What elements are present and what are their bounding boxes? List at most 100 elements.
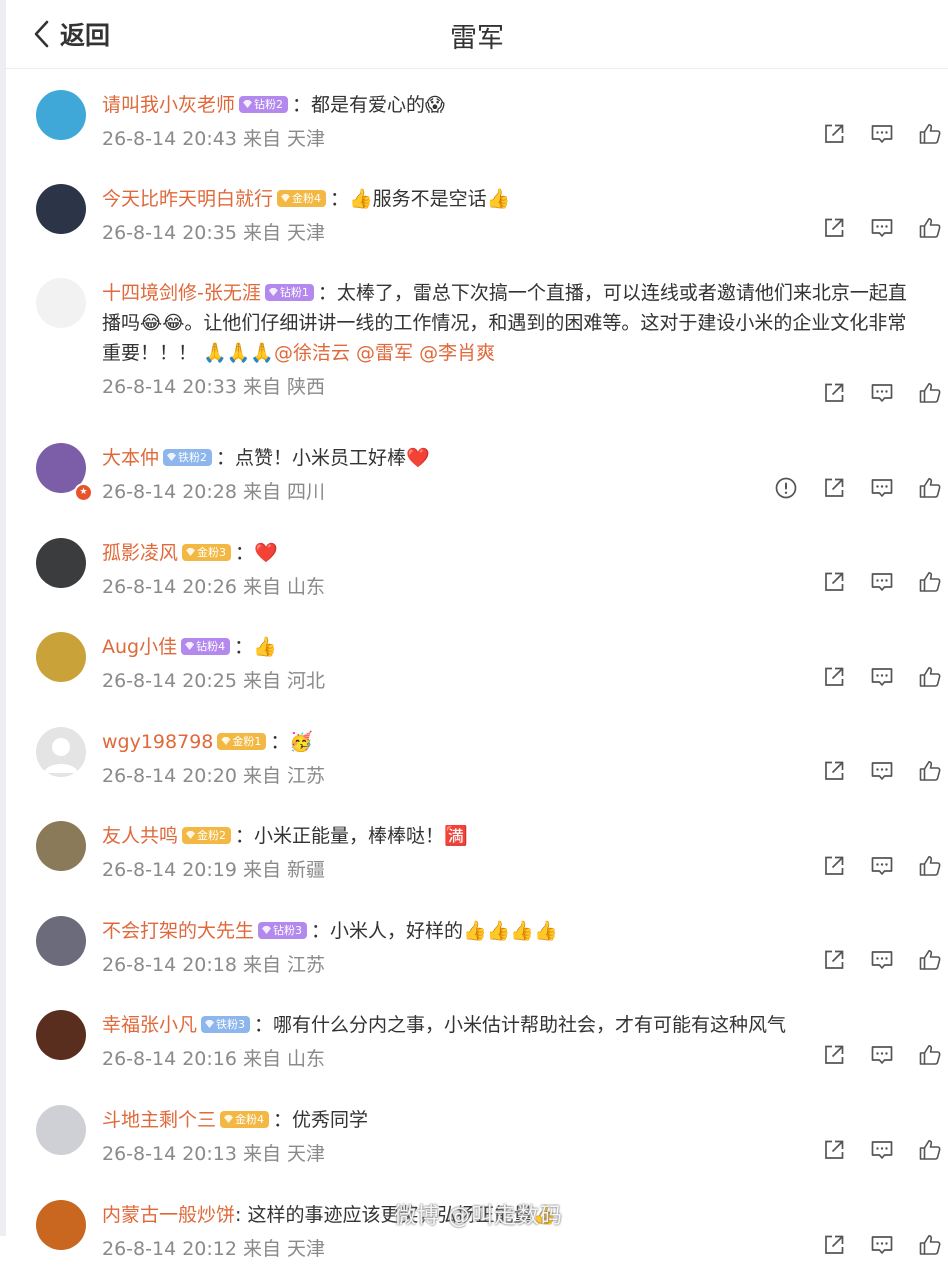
gem-icon bbox=[167, 453, 177, 461]
like-icon[interactable] bbox=[918, 759, 942, 783]
user-nickname[interactable]: 十四境剑修-张无涯 bbox=[102, 282, 261, 304]
comment-item: 斗地主剩个三 金粉4 ：优秀同学 26-8-14 20:13 来自 天津 bbox=[6, 1095, 948, 1190]
share-icon[interactable] bbox=[822, 570, 846, 594]
comment-actions bbox=[798, 1233, 942, 1257]
like-icon[interactable] bbox=[918, 1043, 942, 1067]
fan-level-label: 金粉2 bbox=[197, 829, 227, 842]
avatar[interactable] bbox=[36, 1010, 86, 1060]
comment-item: 请叫我小灰老师 钻粉2 ：都是有爱心的😱 26-8-14 20:43 来自 天津 bbox=[6, 80, 948, 174]
comment-text: ：👍服务不是空话👍 bbox=[330, 188, 511, 210]
avatar[interactable] bbox=[36, 538, 86, 588]
reply-icon[interactable] bbox=[870, 216, 894, 240]
comment-text: ：小米人，好样的👍👍👍👍 bbox=[311, 920, 558, 942]
user-nickname[interactable]: 幸福张小凡 bbox=[102, 1014, 197, 1036]
reply-icon[interactable] bbox=[870, 122, 894, 146]
like-icon[interactable] bbox=[918, 122, 942, 146]
share-icon[interactable] bbox=[822, 1043, 846, 1067]
share-icon[interactable] bbox=[822, 948, 846, 972]
fan-level-label: 钻粉3 bbox=[273, 924, 303, 937]
reply-icon[interactable] bbox=[870, 948, 894, 972]
like-icon[interactable] bbox=[918, 948, 942, 972]
comment-text-line: 请叫我小灰老师 钻粉2 ：都是有爱心的😱 bbox=[102, 90, 924, 120]
fan-level-label: 铁粉2 bbox=[178, 451, 208, 464]
user-nickname[interactable]: 请叫我小灰老师 bbox=[102, 94, 235, 116]
avatar[interactable] bbox=[36, 1105, 86, 1155]
avatar[interactable] bbox=[36, 90, 86, 140]
mention-links[interactable]: @徐洁云 @雷军 @李肖爽 bbox=[274, 342, 495, 364]
gem-icon bbox=[205, 1020, 215, 1028]
like-icon[interactable] bbox=[918, 1138, 942, 1162]
comment-item: wgy198798 金粉1 ：🥳 26-8-14 20:20 来自 江苏 bbox=[6, 717, 948, 811]
like-icon[interactable] bbox=[918, 476, 942, 500]
share-icon[interactable] bbox=[822, 759, 846, 783]
comment-text-line: 友人共鸣 金粉2 ：小米正能量，棒棒哒！🈵 bbox=[102, 821, 924, 851]
comment-text-line: Aug小佳 钻粉4 ：👍 bbox=[102, 632, 924, 662]
gem-icon bbox=[224, 1115, 234, 1123]
share-icon[interactable] bbox=[822, 665, 846, 689]
user-nickname[interactable]: 内蒙古一般炒饼 bbox=[102, 1204, 235, 1226]
gem-icon bbox=[262, 926, 272, 934]
user-nickname[interactable]: 友人共鸣 bbox=[102, 825, 178, 847]
like-icon[interactable] bbox=[918, 216, 942, 240]
avatar[interactable] bbox=[36, 632, 86, 682]
user-nickname[interactable]: 孤影凌风 bbox=[102, 542, 178, 564]
fan-level-badge: 钻粉1 bbox=[264, 284, 314, 301]
comment-item: 今天比昨天明白就行 金粉4 ：👍服务不是空话👍 26-8-14 20:35 来自 天津 bbox=[6, 174, 948, 268]
comment-text: ：❤️ bbox=[235, 542, 278, 564]
fan-level-badge: 钻粉2 bbox=[239, 96, 289, 113]
comment-actions bbox=[750, 476, 942, 500]
avatar[interactable] bbox=[36, 916, 86, 966]
fan-level-badge: 钻粉3 bbox=[258, 922, 308, 939]
share-icon[interactable] bbox=[822, 476, 846, 500]
reply-icon[interactable] bbox=[870, 570, 894, 594]
share-icon[interactable] bbox=[822, 216, 846, 240]
share-icon[interactable] bbox=[822, 1138, 846, 1162]
comment-text-line: 斗地主剩个三 金粉4 ：优秀同学 bbox=[102, 1105, 924, 1135]
top-bar: 返回 雷军 bbox=[6, 0, 948, 69]
user-nickname[interactable]: 今天比昨天明白就行 bbox=[102, 188, 273, 210]
reply-icon[interactable] bbox=[870, 1138, 894, 1162]
comment-text: ：🥳 bbox=[270, 731, 314, 753]
user-nickname[interactable]: 大本仲 bbox=[102, 447, 159, 469]
report-icon[interactable] bbox=[774, 476, 798, 500]
reply-icon[interactable] bbox=[870, 854, 894, 878]
share-icon[interactable] bbox=[822, 122, 846, 146]
reply-icon[interactable] bbox=[870, 381, 894, 405]
share-icon[interactable] bbox=[822, 381, 846, 405]
fan-level-badge: 金粉2 bbox=[182, 827, 232, 844]
comment-item: 孤影凌风 金粉3 ：❤️ 26-8-14 20:26 来自 山东 bbox=[6, 528, 948, 622]
user-nickname[interactable]: wgy198798 bbox=[102, 731, 213, 753]
reply-icon[interactable] bbox=[870, 665, 894, 689]
user-nickname[interactable]: 斗地主剩个三 bbox=[102, 1109, 216, 1131]
avatar[interactable] bbox=[36, 1200, 86, 1250]
comment-text-line: 不会打架的大先生 钻粉3 ：小米人，好样的👍👍👍👍 bbox=[102, 916, 924, 946]
comment-text-line: 幸福张小凡 铁粉3 ：哪有什么分内之事，小米估计帮助社会，才有可能有这种风气 bbox=[102, 1010, 924, 1040]
fan-level-label: 金粉4 bbox=[235, 1113, 265, 1126]
gem-icon bbox=[221, 737, 231, 745]
like-icon[interactable] bbox=[918, 854, 942, 878]
share-icon[interactable] bbox=[822, 1233, 846, 1257]
user-nickname[interactable]: Aug小佳 bbox=[102, 636, 177, 658]
comment-actions bbox=[798, 759, 942, 783]
fan-level-label: 钻粉2 bbox=[254, 98, 284, 111]
comment-text: ：优秀同学 bbox=[273, 1109, 369, 1131]
avatar[interactable] bbox=[36, 821, 86, 871]
reply-icon[interactable] bbox=[870, 1043, 894, 1067]
avatar[interactable] bbox=[36, 727, 86, 777]
reply-icon[interactable] bbox=[870, 1233, 894, 1257]
page-title: 雷军 bbox=[450, 23, 504, 54]
like-icon[interactable] bbox=[918, 381, 942, 405]
like-icon[interactable] bbox=[918, 1233, 942, 1257]
comment-actions bbox=[798, 122, 942, 146]
fan-level-badge: 金粉3 bbox=[182, 544, 232, 561]
reply-icon[interactable] bbox=[870, 476, 894, 500]
user-nickname[interactable]: 不会打架的大先生 bbox=[102, 920, 254, 942]
avatar[interactable] bbox=[36, 278, 86, 328]
reply-icon[interactable] bbox=[870, 759, 894, 783]
comment-text: ：点赞！小米员工好棒❤️ bbox=[216, 447, 430, 469]
gem-icon bbox=[185, 642, 195, 650]
like-icon[interactable] bbox=[918, 570, 942, 594]
avatar[interactable] bbox=[36, 184, 86, 234]
like-icon[interactable] bbox=[918, 665, 942, 689]
share-icon[interactable] bbox=[822, 854, 846, 878]
